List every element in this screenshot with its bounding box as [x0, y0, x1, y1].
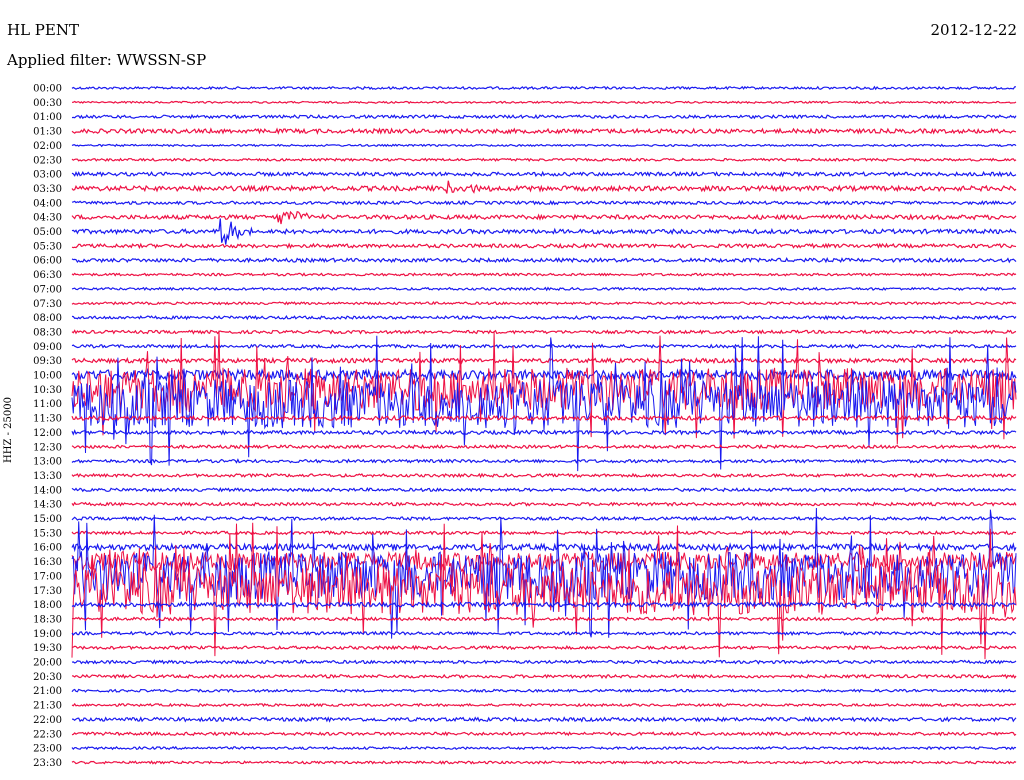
trace-line-0230: [71, 157, 1017, 163]
time-tick-label: 21:30: [33, 701, 62, 712]
time-tick-label: 11:30: [33, 414, 62, 425]
trace-line-0200: [71, 143, 1017, 148]
trace-line-2230: [71, 731, 1017, 737]
helicorder-plot: 00:00 00:30 01:00 01:30 02:00 02:30 03:00 03:30…: [33, 84, 1017, 769]
trace-line-0930: [71, 356, 1017, 365]
time-ticks: 00:00 00:30 01:00 01:30 02:00 02:30 03:00 03:30…: [33, 84, 62, 769]
time-tick-label: 19:00: [33, 629, 62, 640]
time-tick-label: 11:00: [33, 399, 62, 410]
trace-line-0730: [71, 301, 1017, 306]
time-tick-label: 22:30: [33, 729, 62, 740]
time-tick-label: 22:00: [33, 715, 62, 726]
time-tick-label: 09:30: [33, 356, 62, 367]
time-tick-label: 20:30: [33, 672, 62, 683]
time-tick-label: 07:00: [33, 284, 62, 295]
time-tick-label: 14:30: [33, 500, 62, 511]
time-tick-label: 01:30: [33, 127, 62, 138]
trace-line-1200: [71, 429, 1017, 436]
time-tick-label: 01:00: [33, 112, 62, 123]
time-tick-label: 18:00: [33, 600, 62, 611]
time-tick-label: 15:00: [33, 514, 62, 525]
time-tick-label: 07:30: [33, 299, 62, 310]
trace-line-0530: [71, 242, 1017, 250]
trace-line-2100: [71, 688, 1017, 693]
time-tick-label: 06:30: [33, 270, 62, 281]
time-tick-label: 17:00: [33, 571, 62, 582]
time-tick-label: 20:00: [33, 658, 62, 669]
trace-line-2330: [71, 760, 1017, 765]
time-tick-label: 04:00: [33, 198, 62, 209]
time-tick-label: 10:30: [33, 385, 62, 396]
trace-line-0500: [71, 218, 1017, 245]
time-tick-label: 10:00: [33, 371, 62, 382]
trace-line-1830: [71, 616, 1017, 622]
time-tick-label: 00:30: [33, 98, 62, 109]
time-tick-label: 05:00: [33, 227, 62, 238]
time-tick-label: 12:00: [33, 428, 62, 439]
trace-line-1500: [71, 515, 1017, 522]
trace-line-1400: [71, 487, 1017, 493]
time-tick-label: 13:00: [33, 457, 62, 468]
time-tick-label: 19:30: [33, 643, 62, 654]
trace-line-0130: [71, 127, 1017, 135]
trace-line-0300: [71, 170, 1017, 178]
trace-line-1430: [71, 501, 1017, 507]
time-tick-label: 23:30: [33, 758, 62, 769]
time-tick-label: 05:30: [33, 241, 62, 252]
trace-line-1230: [71, 443, 1017, 450]
trace-line-1330: [71, 472, 1017, 479]
time-tick-label: 06:00: [33, 256, 62, 267]
trace-line-0800: [71, 314, 1017, 321]
time-tick-label: 02:30: [33, 155, 62, 166]
time-tick-label: 08:30: [33, 327, 62, 338]
trace-line-0600: [71, 256, 1017, 264]
trace-line-0630: [71, 272, 1017, 277]
time-tick-label: 03:30: [33, 184, 62, 195]
time-tick-label: 18:30: [33, 614, 62, 625]
trace-line-0000: [71, 85, 1016, 91]
time-tick-label: 23:00: [33, 744, 62, 755]
trace-line-2030: [71, 673, 1017, 680]
trace-line-2000: [71, 659, 1017, 665]
time-tick-label: 17:30: [33, 586, 62, 597]
time-tick-label: 12:30: [33, 442, 62, 453]
trace-line-1530: [71, 530, 1017, 536]
time-tick-label: 16:00: [33, 543, 62, 554]
trace-line-2300: [71, 745, 1017, 751]
trace-line-1300: [71, 458, 1017, 464]
trace-line-0100: [71, 113, 1017, 120]
trace-line-0700: [71, 286, 1017, 292]
time-tick-label: 08:00: [33, 313, 62, 324]
trace-line-0430: [71, 210, 1017, 225]
time-tick-label: 00:00: [33, 84, 62, 95]
trace-group: [71, 85, 1017, 765]
time-tick-label: 13:30: [33, 471, 62, 482]
trace-line-0030: [72, 100, 1017, 105]
trace-line-1930: [71, 644, 1017, 651]
trace-line-2200: [71, 716, 1017, 723]
trace-line-2130: [71, 702, 1016, 708]
time-tick-label: 16:30: [33, 557, 62, 568]
time-tick-label: 02:00: [33, 141, 62, 152]
trace-line-0330: [71, 180, 1017, 194]
trace-line-0830: [71, 329, 1017, 335]
trace-line-1900: [71, 630, 1017, 637]
time-tick-label: 21:00: [33, 686, 62, 697]
trace-line-0400: [71, 200, 1017, 206]
time-tick-label: 03:00: [33, 170, 62, 181]
time-tick-label: 15:30: [33, 528, 62, 539]
time-tick-label: 04:30: [33, 213, 62, 224]
time-tick-label: 09:00: [33, 342, 62, 353]
time-tick-label: 14:00: [33, 485, 62, 496]
trace-line-1600: [71, 542, 1017, 553]
trace-line-0900: [71, 343, 1017, 350]
trace-line-1100: [71, 335, 1017, 472]
